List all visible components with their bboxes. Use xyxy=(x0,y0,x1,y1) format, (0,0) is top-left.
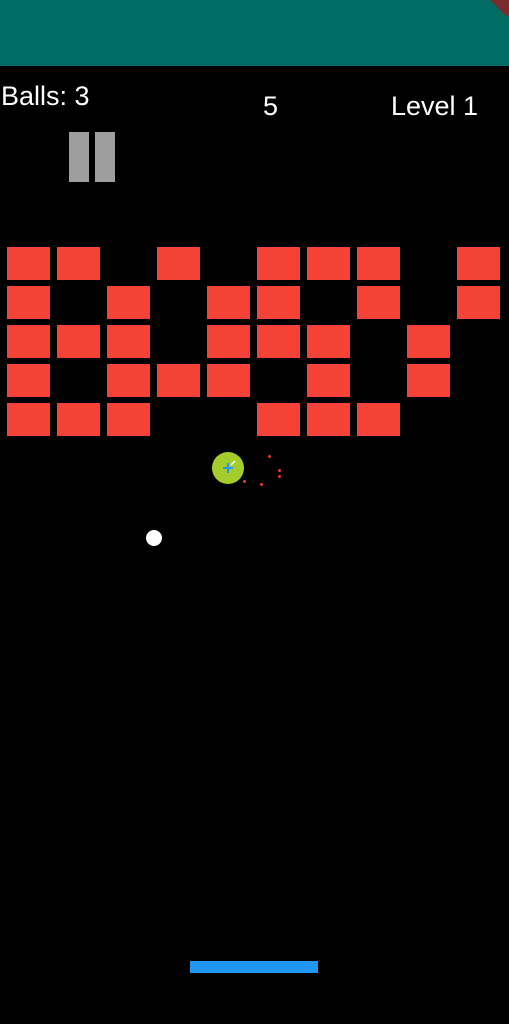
brick xyxy=(107,364,150,397)
brick xyxy=(457,247,500,280)
brick xyxy=(357,247,400,280)
powerup-item[interactable] xyxy=(212,452,244,484)
brick xyxy=(307,364,350,397)
brick xyxy=(57,325,100,358)
spark-particle xyxy=(268,455,271,458)
brick xyxy=(207,286,250,319)
brick xyxy=(257,286,300,319)
brick xyxy=(257,403,300,436)
brick xyxy=(407,325,450,358)
brick xyxy=(57,403,100,436)
brick xyxy=(7,325,50,358)
brick xyxy=(307,325,350,358)
spark-particle xyxy=(260,483,263,486)
brick xyxy=(307,403,350,436)
paddle[interactable] xyxy=(190,961,318,973)
spark-particle xyxy=(243,480,246,483)
game-screen[interactable]: Balls: 3 5 Level 1 xyxy=(0,0,509,1024)
brick xyxy=(157,247,200,280)
brick xyxy=(457,286,500,319)
brick xyxy=(7,247,50,280)
brick xyxy=(107,403,150,436)
ball xyxy=(146,530,162,546)
brick xyxy=(307,247,350,280)
brick xyxy=(107,325,150,358)
brick xyxy=(7,364,50,397)
brick xyxy=(107,286,150,319)
brick xyxy=(357,286,400,319)
plus-icon xyxy=(223,460,236,473)
spark-particle xyxy=(278,469,281,472)
brick xyxy=(357,403,400,436)
spark-particle xyxy=(278,475,281,478)
brick xyxy=(7,403,50,436)
brick xyxy=(207,325,250,358)
brick xyxy=(257,247,300,280)
brick xyxy=(257,325,300,358)
brick xyxy=(57,247,100,280)
brick xyxy=(7,286,50,319)
brick xyxy=(407,364,450,397)
brick-field xyxy=(0,0,509,1024)
brick xyxy=(157,364,200,397)
brick xyxy=(207,364,250,397)
